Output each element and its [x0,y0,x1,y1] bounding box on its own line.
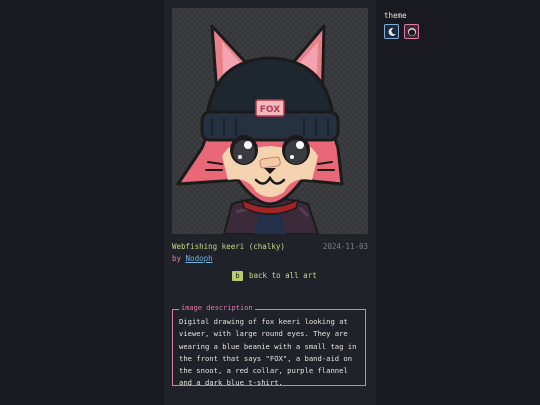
back-to-all-art-link[interactable]: b back to all art [232,270,317,281]
keyboard-shortcut-badge: b [232,270,243,281]
author-link[interactable]: Nodoph [186,254,213,263]
theme-label: theme [384,11,407,20]
theme-option-pink[interactable] [404,24,419,39]
artwork-credit: by Nodoph [172,254,213,263]
fox-keeri-drawing: FOX [176,24,344,234]
artwork-image: FOX [172,8,368,234]
beanie-tag-text: FOX [260,105,280,115]
artwork-title: Webfishing keeri (chalky) [172,242,285,251]
moon-icon [387,22,397,41]
image-description-text: Digital drawing of fox keeri looking at … [179,317,357,388]
circle-icon [407,22,417,41]
image-description-box: image description Digital drawing of fox… [172,304,366,387]
credit-prefix: by [172,254,182,263]
theme-option-dark[interactable] [384,24,399,39]
artwork-date: 2024-11-03 [322,242,368,251]
back-link-label: back to all art [249,271,317,280]
image-description-legend: image description [179,304,255,312]
